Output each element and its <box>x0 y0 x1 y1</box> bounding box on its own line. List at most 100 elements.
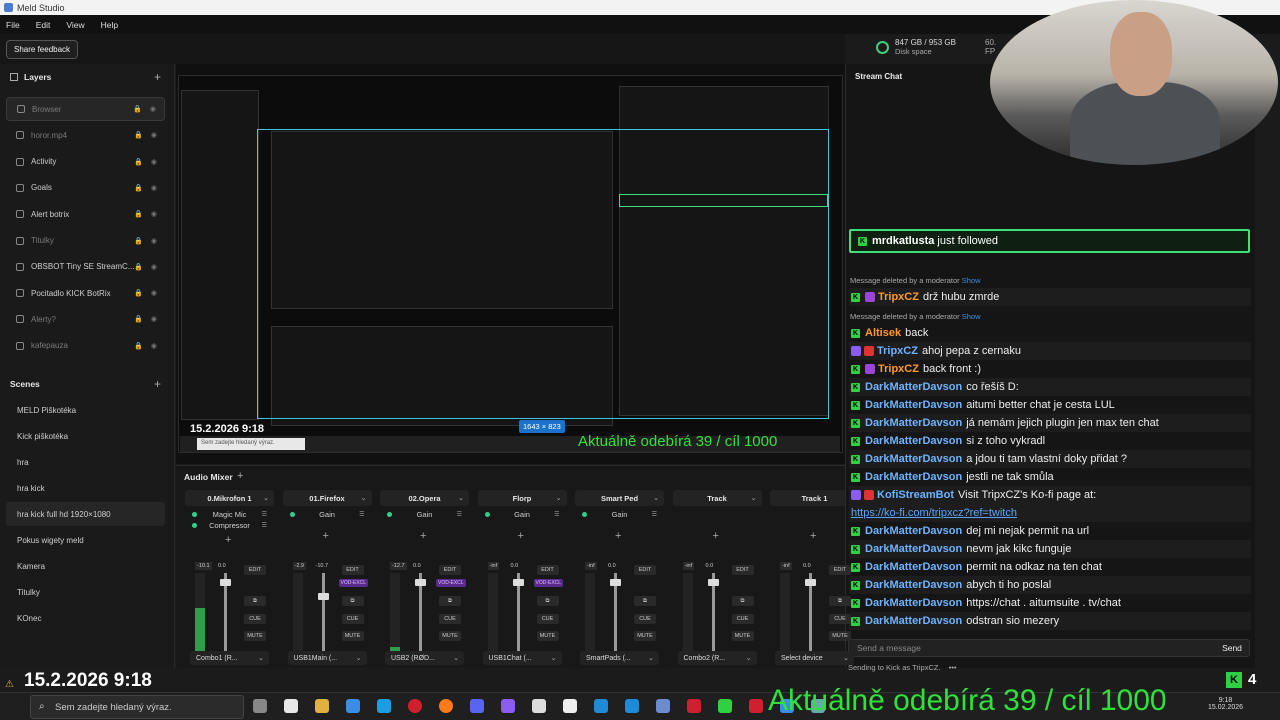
chevron-down-icon[interactable]: ⌄ <box>458 494 464 502</box>
effect-item[interactable]: Gain ☰ <box>287 509 368 520</box>
lock-icon[interactable]: 🔒 <box>134 184 143 192</box>
chat-username[interactable]: DarkMatterDavson <box>865 399 962 411</box>
scene-item[interactable]: MELD Piškotéka <box>6 398 165 422</box>
chat-username[interactable]: DarkMatterDavson <box>865 417 962 429</box>
share-feedback-button[interactable]: Share feedback <box>6 40 79 59</box>
chevron-down-icon[interactable]: ⌄ <box>361 494 367 502</box>
vod-exclusive-badge[interactable]: VOD-EXCL <box>533 579 564 587</box>
layer-item[interactable]: Browser 🔒 ◉ <box>6 97 165 121</box>
add-layer-button[interactable]: + <box>154 70 161 84</box>
add-effect-button[interactable]: + <box>713 530 719 542</box>
mute-button[interactable]: MUTE <box>439 631 461 641</box>
cue-button[interactable]: CUE <box>536 614 559 624</box>
menu-file[interactable]: File <box>6 20 20 30</box>
lock-icon[interactable]: 🔒 <box>134 289 143 297</box>
app-icon[interactable] <box>594 699 608 713</box>
edit-button[interactable]: EDIT <box>731 565 754 575</box>
fader-knob[interactable] <box>805 579 816 587</box>
fader-knob[interactable] <box>317 592 329 600</box>
app-icon[interactable] <box>718 699 732 713</box>
menu-help[interactable]: Help <box>101 20 118 30</box>
more-options-icon[interactable]: ••• <box>949 663 957 672</box>
lock-icon[interactable]: 🔒 <box>134 342 143 350</box>
copy-icon[interactable]: ⧉ <box>536 596 559 606</box>
vod-exclusive-badge[interactable]: VOD-EXCL <box>436 579 466 587</box>
effect-item[interactable]: Gain ☰ <box>482 509 563 520</box>
visibility-icon[interactable]: ◉ <box>151 315 157 323</box>
cue-button[interactable]: CUE <box>244 614 266 624</box>
copy-icon[interactable]: ⧉ <box>634 596 656 606</box>
send-button[interactable]: Send <box>1216 641 1248 655</box>
taskbar-clock[interactable]: 9:18 15.02.2026 <box>1208 697 1243 711</box>
effect-enabled-icon[interactable] <box>387 512 392 517</box>
visibility-icon[interactable]: ◉ <box>151 342 157 350</box>
mute-button[interactable]: MUTE <box>731 631 754 641</box>
channel-name[interactable]: 02.Opera ⌄ <box>380 490 469 506</box>
channel-name[interactable]: 0.Mikrofon 1 ⌄ <box>185 490 274 506</box>
chevron-down-icon[interactable]: ⌄ <box>556 494 562 502</box>
device-select[interactable]: SmartPads (... ⌄ <box>580 651 659 665</box>
vod-exclusive-badge[interactable]: VOD-EXCL <box>338 579 369 587</box>
layer-item[interactable]: Activity 🔒 ◉ <box>6 150 165 174</box>
chat-username[interactable]: KofiStreamBot <box>877 489 954 501</box>
add-scene-button[interactable]: + <box>154 377 161 391</box>
effect-item[interactable]: Gain ☰ <box>384 509 465 520</box>
edge-icon[interactable] <box>377 699 391 713</box>
fader-knob[interactable] <box>220 579 231 587</box>
cue-button[interactable]: CUE <box>341 614 364 624</box>
sliders-icon[interactable]: ☰ <box>652 511 657 518</box>
cue-button[interactable]: CUE <box>634 614 656 624</box>
layer-item[interactable]: Alerty? 🔒 ◉ <box>6 307 165 331</box>
task-view-icon[interactable] <box>253 699 267 713</box>
add-effect-button[interactable]: + <box>420 530 426 542</box>
copy-icon[interactable]: ⧉ <box>244 596 266 606</box>
scene-item[interactable]: hra <box>6 450 165 474</box>
mute-button[interactable]: MUTE <box>829 631 851 641</box>
edit-button[interactable]: EDIT <box>439 565 461 575</box>
chat-username[interactable]: TripxCZ <box>878 291 919 303</box>
effect-enabled-icon[interactable] <box>582 512 587 517</box>
preview-canvas[interactable] <box>178 75 843 453</box>
lock-icon[interactable]: 🔒 <box>134 237 143 245</box>
channel-name[interactable]: Track ⌄ <box>672 490 762 506</box>
scene-item[interactable]: KOnec <box>6 607 165 631</box>
app-icon[interactable] <box>687 699 701 713</box>
chat-username[interactable]: DarkMatterDavson <box>865 471 962 483</box>
chat-username[interactable]: DarkMatterDavson <box>865 615 962 627</box>
scene-item[interactable]: Kamera <box>6 555 165 579</box>
mute-button[interactable]: MUTE <box>536 631 559 641</box>
layer-item[interactable]: horor.mp4 🔒 ◉ <box>6 123 165 147</box>
chevron-down-icon[interactable]: ⌄ <box>751 494 757 502</box>
volume-fader[interactable] <box>321 573 325 651</box>
show-link[interactable]: Show <box>962 312 981 321</box>
effect-enabled-icon[interactable] <box>289 512 295 517</box>
fader-knob[interactable] <box>707 579 719 587</box>
mute-button[interactable]: MUTE <box>341 631 364 641</box>
menu-view[interactable]: View <box>66 20 84 30</box>
effect-enabled-icon[interactable] <box>192 512 197 517</box>
selection-frame[interactable] <box>257 129 829 419</box>
chat-username[interactable]: DarkMatterDavson <box>865 525 962 537</box>
firefox-icon[interactable] <box>439 699 453 713</box>
taskbar-search[interactable]: ⌕ Sem zadejte hledaný výraz. <box>30 695 244 719</box>
chat-link[interactable]: https://ko-fi.com/tripxcz?ref=twitch <box>851 507 1017 519</box>
show-link[interactable]: Show <box>962 276 981 285</box>
cue-button[interactable]: CUE <box>439 614 461 624</box>
visibility-icon[interactable]: ◉ <box>151 237 157 245</box>
channel-name[interactable]: 01.Firefox ⌄ <box>282 490 372 506</box>
add-effect-button[interactable]: + <box>810 530 816 542</box>
layer-item[interactable]: Titulky 🔒 ◉ <box>6 229 165 253</box>
edit-button[interactable]: EDIT <box>829 565 851 575</box>
sliders-icon[interactable]: ☰ <box>262 522 267 529</box>
fader-knob[interactable] <box>512 579 524 587</box>
add-effect-button[interactable]: + <box>225 534 231 546</box>
scene-item[interactable]: hra kick full hd 1920×1080 <box>6 502 165 527</box>
sliders-icon[interactable]: ☰ <box>262 511 267 518</box>
app-icon[interactable] <box>749 699 763 713</box>
chat-username[interactable]: DarkMatterDavson <box>865 435 962 447</box>
layer-item[interactable]: kafepauza 🔒 ◉ <box>6 334 165 358</box>
add-effect-button[interactable]: + <box>518 530 524 542</box>
obs-icon[interactable] <box>532 699 546 713</box>
discord-icon[interactable] <box>470 699 484 713</box>
chat-username[interactable]: DarkMatterDavson <box>865 453 962 465</box>
